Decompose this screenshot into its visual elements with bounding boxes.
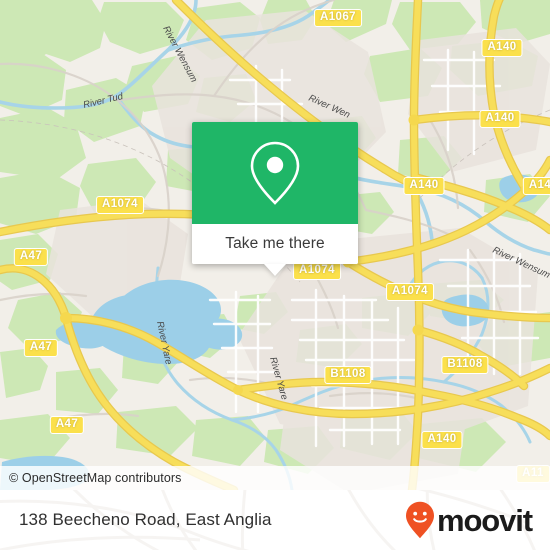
- road-shield: B1108: [324, 366, 372, 384]
- road-shield: A1074: [96, 196, 144, 214]
- moovit-logo[interactable]: moovit: [405, 490, 533, 550]
- road-shield: A140: [421, 431, 463, 449]
- road-shield: A1074: [386, 283, 434, 301]
- road-shield: A47: [23, 339, 59, 357]
- card-pin-area: [192, 122, 358, 224]
- road-shield: A140: [479, 110, 521, 128]
- take-me-there-card[interactable]: Take me there: [192, 122, 358, 276]
- address-label: 138 Beecheno Road, East Anglia: [19, 510, 272, 529]
- road-shield: A47: [13, 248, 49, 266]
- take-me-there-button[interactable]: Take me there: [192, 224, 358, 276]
- road-shield: B1108: [441, 356, 489, 374]
- osm-attribution-bar: © OpenStreetMap contributors: [0, 466, 550, 490]
- map-pin-icon: [250, 141, 300, 205]
- footer-bar: 138 Beecheno Road, East Anglia moovit: [0, 490, 550, 550]
- take-me-there-label: Take me there: [225, 235, 325, 252]
- map-screenshot: .g{fill:#cde8b5} .gd{fill:#c3e3a8} .u{fi…: [0, 0, 550, 550]
- road-shield: A1067: [314, 9, 362, 27]
- card-pointer-tail: [264, 264, 286, 276]
- osm-attribution-text: © OpenStreetMap contributors: [9, 471, 182, 485]
- road-shield: A14: [522, 177, 550, 195]
- road-shield: A1074: [293, 262, 341, 280]
- moovit-wordmark: moovit: [436, 502, 533, 538]
- road-shield: A47: [49, 416, 85, 434]
- moovit-pin-smiley-icon: [405, 501, 434, 539]
- road-shield: A140: [481, 39, 523, 57]
- road-shield: A140: [403, 177, 445, 195]
